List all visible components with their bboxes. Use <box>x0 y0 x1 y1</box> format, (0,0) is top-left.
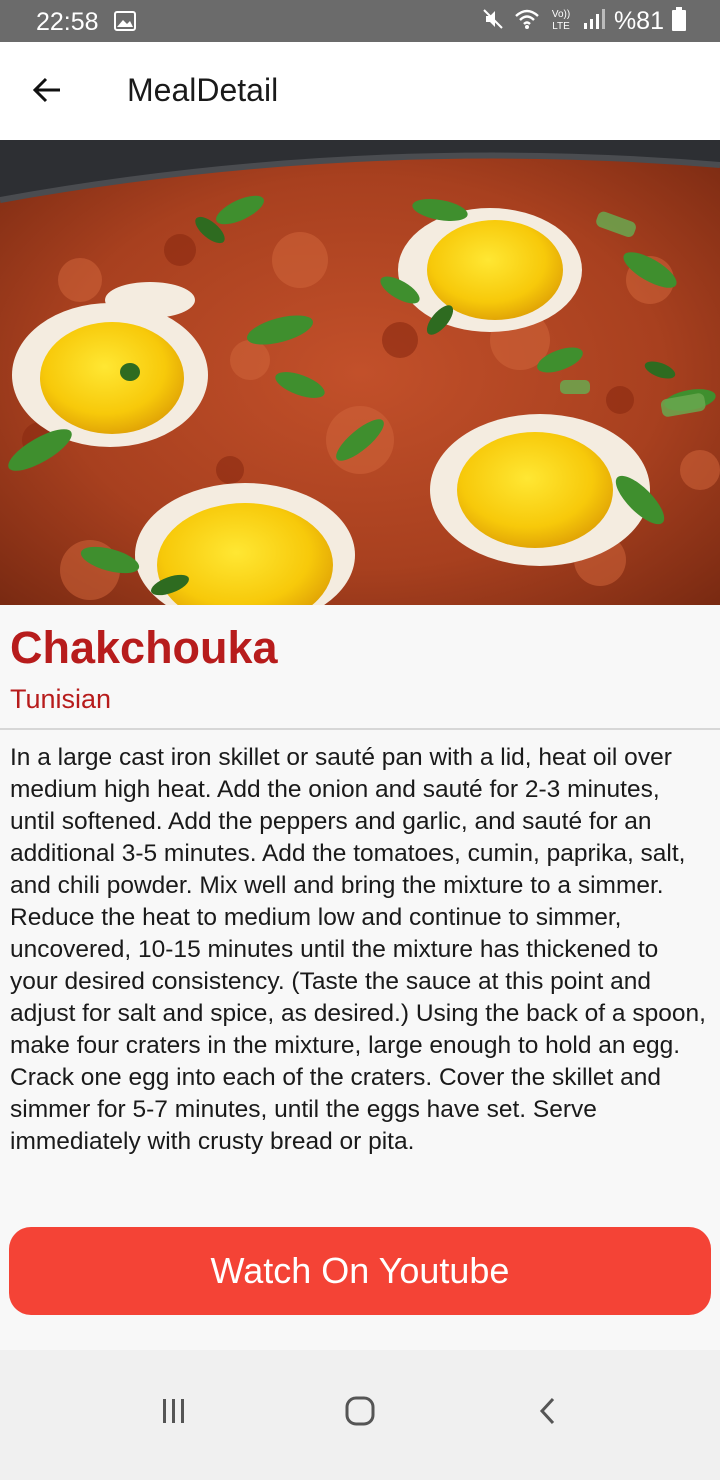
svg-text:Vo)): Vo)) <box>552 9 570 20</box>
watch-on-youtube-button[interactable]: Watch On Youtube <box>9 1227 711 1315</box>
home-icon <box>344 1395 376 1432</box>
recent-apps-button[interactable] <box>144 1388 204 1438</box>
navigation-bar <box>0 1350 720 1480</box>
app-bar: MealDetail <box>0 42 720 140</box>
divider <box>0 728 720 730</box>
mute-icon <box>482 7 506 36</box>
meal-name: Chakchouka <box>10 622 278 673</box>
gallery-icon <box>114 11 136 36</box>
battery-icon <box>672 6 686 36</box>
meal-instructions: In a large cast iron skillet or sauté pa… <box>10 744 706 1155</box>
back-button[interactable] <box>22 66 74 118</box>
signal-icon <box>582 8 606 35</box>
meal-photo <box>0 140 720 605</box>
svg-text:LTE: LTE <box>552 21 570 32</box>
status-time: 22:58 <box>36 8 99 36</box>
status-bar: 22:58 Vo)) LTE %81 <box>0 0 720 42</box>
meal-area: Tunisian <box>10 684 112 714</box>
back-icon <box>536 1395 560 1432</box>
home-button[interactable] <box>330 1388 390 1438</box>
volte-lte-icon: Vo)) LTE <box>548 6 574 37</box>
nav-back-button[interactable] <box>518 1388 578 1438</box>
recent-apps-icon <box>159 1397 189 1430</box>
arrow-left-icon <box>32 74 64 111</box>
page-title: MealDetail <box>127 72 279 108</box>
battery-percentage: %81 <box>613 6 664 35</box>
wifi-icon <box>514 8 540 35</box>
